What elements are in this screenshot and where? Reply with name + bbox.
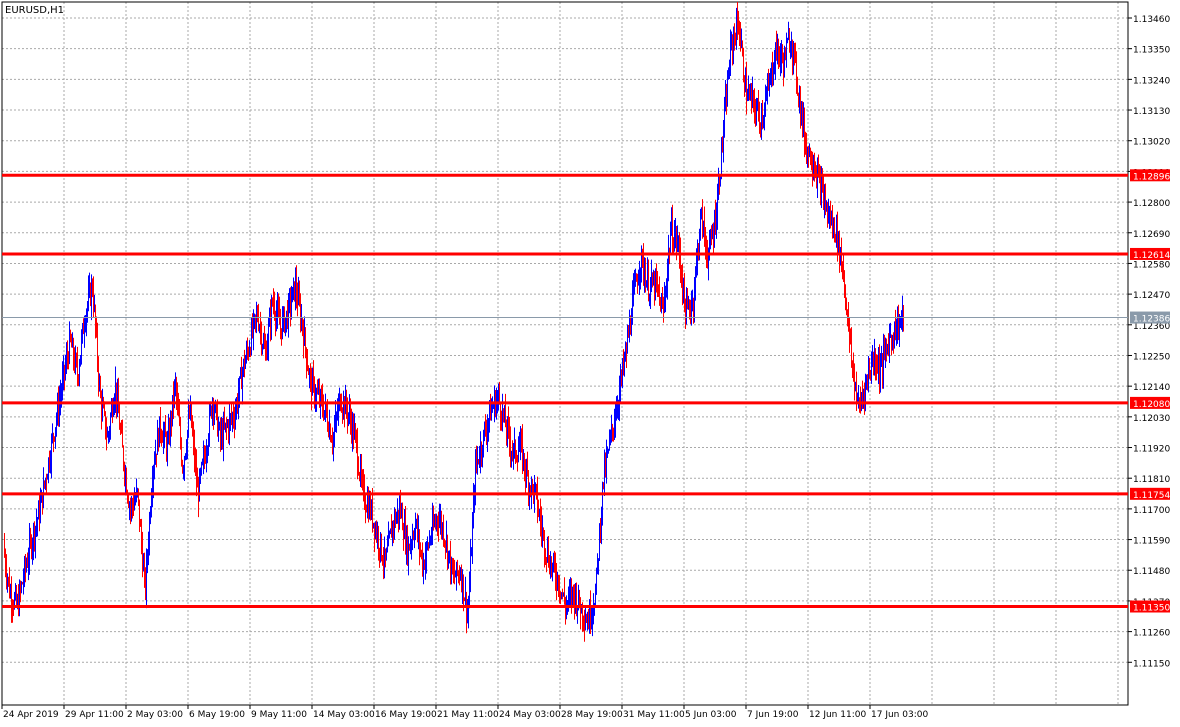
time-tick-label: 29 Apr 11:00 [65,710,124,720]
price-tick-label: 1.12030 [1133,414,1170,424]
time-tick-label: 6 May 19:00 [189,710,245,720]
time-tick-label: 24 Apr 2019 [3,710,59,720]
time-tick-label: 21 May 11:00 [437,710,499,720]
price-axis: 1.134601.133501.132401.131301.130201.129… [1128,15,1170,669]
time-tick-label: 14 May 03:00 [313,710,375,720]
price-tick-label: 1.12690 [1133,230,1170,240]
time-tick-label: 7 Jun 19:00 [747,710,799,720]
chart-canvas: 1.134601.133501.132401.131301.130201.129… [1,1,1170,720]
time-tick-label: 9 May 11:00 [251,710,307,720]
price-tick-label: 1.13350 [1133,46,1170,56]
price-tick-label: 1.12580 [1133,260,1170,270]
price-chart[interactable]: 1.134601.133501.132401.131301.130201.129… [0,0,1180,723]
price-tick-label: 1.13460 [1133,15,1170,25]
price-tick-label: 1.13240 [1133,76,1170,86]
time-tick-label: 2 May 03:00 [127,710,183,720]
price-tick-label: 1.11480 [1133,567,1170,577]
current-price-tag-label: 1.12386 [1133,315,1170,325]
price-bars [4,1,904,642]
level-price-tag-label: 1.12614 [1133,251,1170,261]
price-tick-label: 1.11920 [1133,445,1170,455]
time-tick-label: 5 Jun 03:00 [685,710,737,720]
price-tick-label: 1.13130 [1133,107,1170,117]
time-axis: 24 Apr 2019 29 Apr 11:00 2 May 03:00 6 May … [1,705,928,720]
level-price-tag-label: 1.11350 [1133,603,1170,613]
price-tick-label: 1.12250 [1133,352,1170,362]
price-tick-label: 1.11260 [1133,629,1170,639]
time-tick-label: 16 May 19:00 [375,710,437,720]
price-tick-label: 1.11590 [1133,537,1170,547]
time-tick-label: 24 May 03:00 [499,710,561,720]
price-tick-label: 1.11150 [1133,659,1170,669]
level-price-tag-label: 1.11754 [1133,491,1170,501]
price-tick-label: 1.12140 [1133,383,1170,393]
time-tick-label: 28 May 19:00 [561,710,623,720]
time-tick-label: 17 Jun 03:00 [871,710,928,720]
horizontal-levels [2,173,1128,608]
price-tick-label: 1.12800 [1133,199,1170,209]
price-tick-label: 1.11810 [1133,475,1170,485]
price-tick-label: 1.12470 [1133,291,1170,301]
symbol-label: EURUSD,H1 [5,5,64,16]
price-tick-label: 1.11700 [1133,506,1170,516]
time-tick-label: 12 Jun 11:00 [809,710,866,720]
level-price-tag-label: 1.12080 [1133,400,1170,410]
time-tick-label: 31 May 11:00 [623,710,685,720]
price-tick-label: 1.13020 [1133,138,1170,148]
level-price-tag-label: 1.12896 [1133,172,1170,182]
